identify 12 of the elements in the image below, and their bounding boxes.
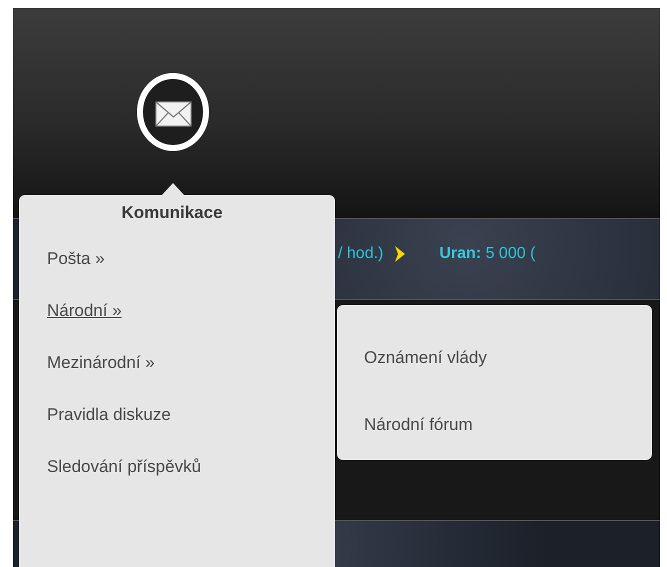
resource-amount: Uran: 5 000 ( bbox=[439, 245, 536, 263]
menu-title: Komunikace bbox=[121, 203, 223, 223]
production-rate: / hod.) bbox=[338, 245, 384, 263]
menu-item[interactable]: Sledování příspěvků bbox=[47, 457, 202, 477]
chevron-icon[interactable] bbox=[393, 245, 408, 263]
menu-item[interactable]: Mezinárodní » bbox=[47, 353, 155, 373]
menu-item[interactable]: Pravidla diskuze bbox=[47, 405, 171, 425]
menu-item[interactable]: Pošta » bbox=[47, 249, 105, 269]
menu-item[interactable]: Národní » bbox=[47, 301, 122, 321]
menu-item[interactable]: Oznámení vlády bbox=[364, 348, 487, 368]
mail-icon[interactable] bbox=[137, 73, 209, 151]
menu-item[interactable]: Národní fórum bbox=[364, 415, 473, 435]
